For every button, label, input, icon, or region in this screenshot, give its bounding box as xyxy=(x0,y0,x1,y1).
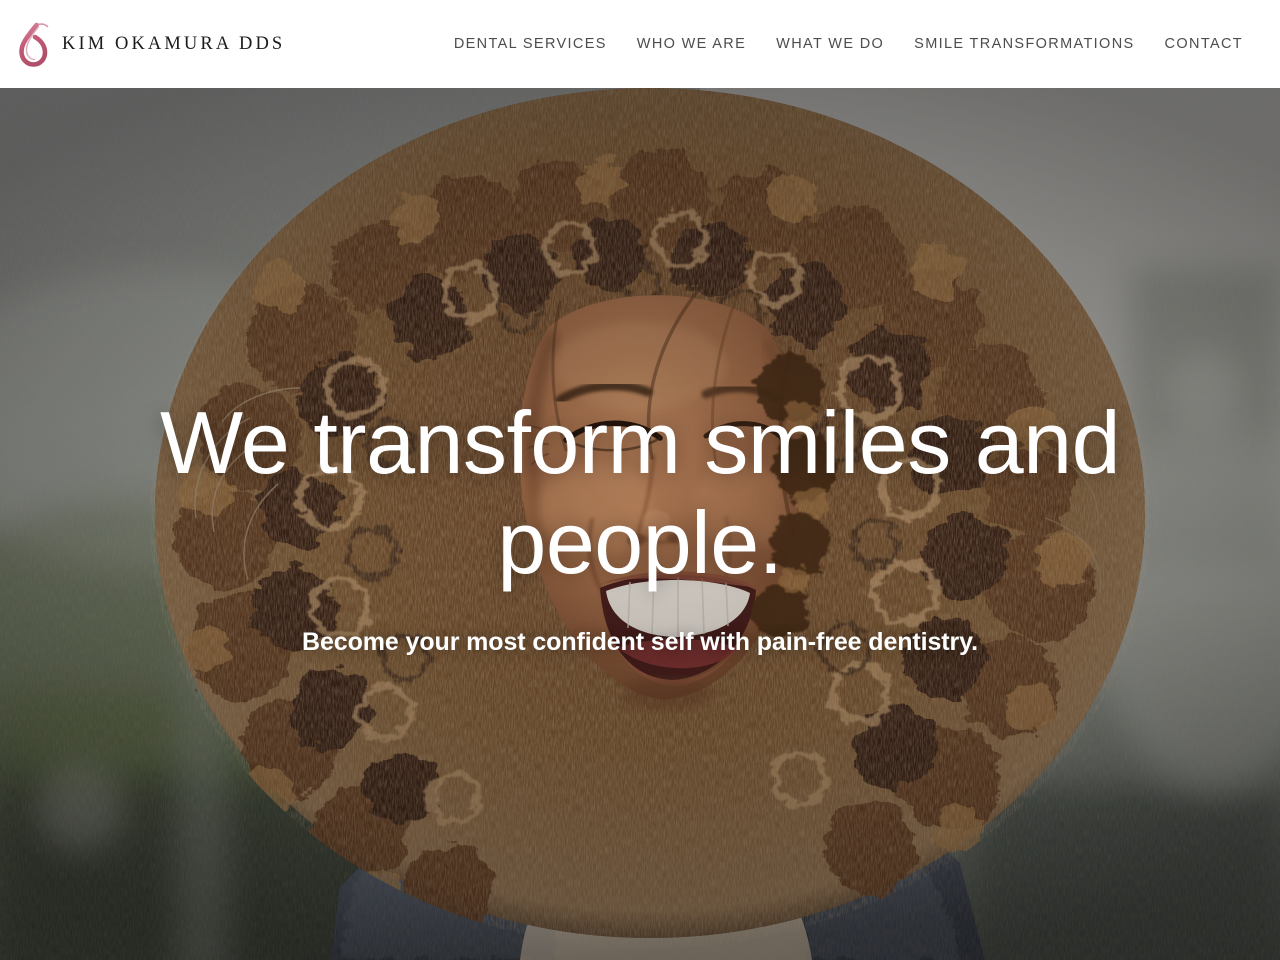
hero-subheadline: Become your most confident self with pai… xyxy=(302,627,978,656)
nav-item-who-we-are[interactable]: WHO WE ARE xyxy=(622,37,761,52)
site-header: KIM OKAMURA DDS DENTAL SERVICES WHO WE A… xyxy=(0,0,1280,88)
rose-petal-loop-icon xyxy=(12,17,54,71)
brand-name: KIM OKAMURA DDS xyxy=(62,33,286,54)
main-navigation: DENTAL SERVICES WHO WE ARE WHAT WE DO SM… xyxy=(439,37,1280,52)
brand-logo-link[interactable]: KIM OKAMURA DDS xyxy=(12,17,285,71)
hero-headline: We transform smiles and people. xyxy=(159,393,1121,593)
nav-item-dental-services[interactable]: DENTAL SERVICES xyxy=(439,37,622,52)
hero-section: We transform smiles and people. Become y… xyxy=(0,88,1280,960)
hero-copy-block: We transform smiles and people. Become y… xyxy=(0,393,1280,657)
nav-item-what-we-do[interactable]: WHAT WE DO xyxy=(761,37,899,52)
nav-item-smile-transformations[interactable]: SMILE TRANSFORMATIONS xyxy=(899,37,1149,52)
nav-item-contact[interactable]: CONTACT xyxy=(1150,37,1258,52)
